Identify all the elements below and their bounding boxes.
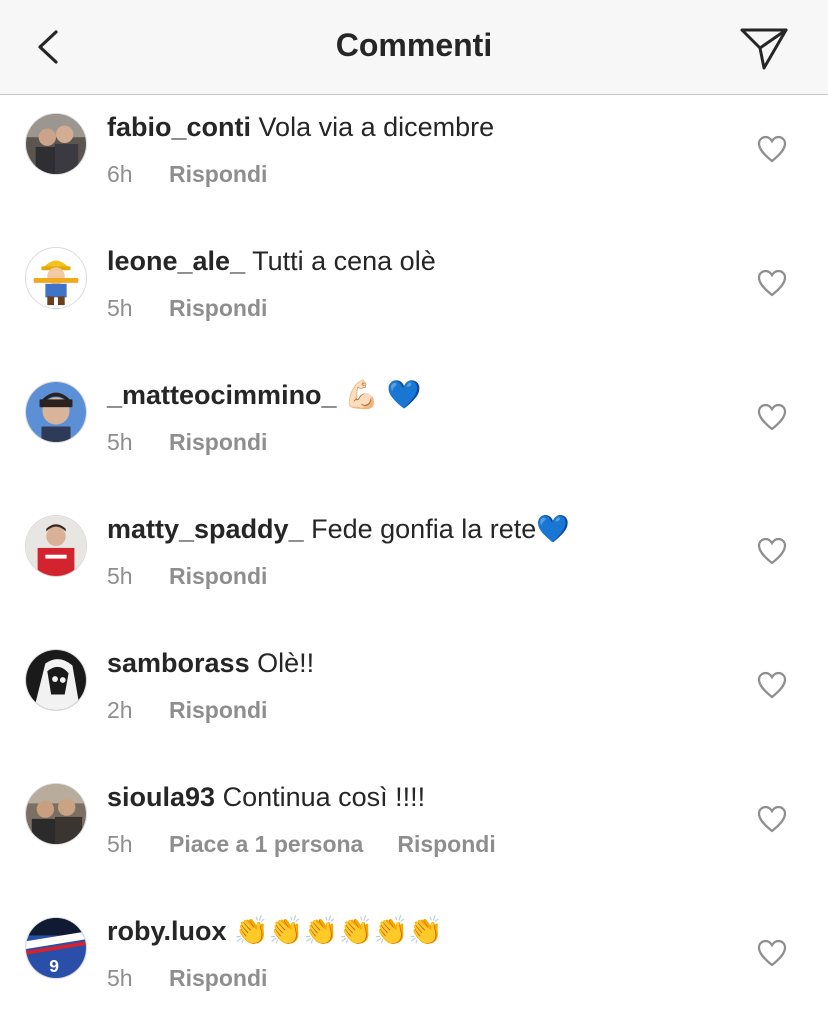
- comment-meta: 5h Piace a 1 persona Rispondi: [107, 829, 496, 859]
- comment-content: samborass Olè!!: [107, 645, 737, 681]
- comment-text: Continua così !!!!: [222, 782, 426, 812]
- heart-icon[interactable]: [757, 537, 787, 565]
- comment-time: 5h: [107, 965, 133, 991]
- comments-list: fabio_conti Vola via a dicembre 6h Rispon…: [0, 95, 828, 1033]
- reply-button[interactable]: Rispondi: [169, 697, 267, 723]
- reply-button[interactable]: Rispondi: [169, 965, 267, 991]
- comment-time: 5h: [107, 295, 133, 321]
- comment-item: matty_spaddy_ Fede gonfia la rete💙 5h Ris…: [0, 497, 828, 631]
- comment-item: fabio_conti Vola via a dicembre 6h Rispon…: [0, 95, 828, 229]
- comment-item: 9 roby.luox 👏👏👏👏👏👏 5h Rispondi: [0, 899, 828, 1033]
- comment-time: 5h: [107, 563, 133, 589]
- comment-item: samborass Olè!! 2h Rispondi: [0, 631, 828, 765]
- comment-time: 5h: [107, 831, 133, 857]
- comment-username[interactable]: sioula93: [107, 782, 215, 812]
- avatar[interactable]: [25, 247, 87, 309]
- comment-username[interactable]: samborass: [107, 648, 250, 678]
- heart-icon[interactable]: [757, 135, 787, 163]
- comment-meta: 5h Rispondi: [107, 561, 267, 591]
- comment-username[interactable]: leone_ale_: [107, 246, 245, 276]
- comment-content: _matteocimmino_ 💪🏻 💙: [107, 377, 737, 413]
- comment-meta: 6h Rispondi: [107, 159, 267, 189]
- top-bar: Commenti: [0, 0, 828, 95]
- comment-item: sioula93 Continua così !!!! 5h Piace a 1 …: [0, 765, 828, 899]
- heart-icon[interactable]: [757, 403, 787, 431]
- paper-plane-icon: [740, 28, 788, 70]
- comment-text: Vola via a dicembre: [258, 112, 495, 142]
- comment-content: matty_spaddy_ Fede gonfia la rete💙: [107, 511, 737, 547]
- avatar[interactable]: 9: [25, 917, 87, 979]
- avatar[interactable]: [25, 113, 87, 175]
- comment-text: Fede gonfia la rete💙: [311, 514, 570, 544]
- heart-icon[interactable]: [757, 805, 787, 833]
- comment-meta: 5h Rispondi: [107, 427, 267, 457]
- heart-icon[interactable]: [757, 671, 787, 699]
- comment-content: leone_ale_ Tutti a cena olè: [107, 243, 737, 279]
- comment-username[interactable]: fabio_conti: [107, 112, 251, 142]
- comment-content: fabio_conti Vola via a dicembre: [107, 109, 737, 145]
- comment-text: 💪🏻 💙: [344, 379, 422, 410]
- svg-text:9: 9: [49, 956, 59, 976]
- reply-button[interactable]: Rispondi: [169, 295, 267, 321]
- comment-username[interactable]: roby.luox: [107, 916, 227, 946]
- avatar[interactable]: [25, 649, 87, 711]
- avatar[interactable]: [25, 783, 87, 845]
- comment-username[interactable]: matty_spaddy_: [107, 514, 304, 544]
- comment-username[interactable]: _matteocimmino_: [107, 380, 337, 410]
- heart-icon[interactable]: [757, 269, 787, 297]
- heart-icon[interactable]: [757, 939, 787, 967]
- reply-button[interactable]: Rispondi: [397, 831, 495, 857]
- reply-button[interactable]: Rispondi: [169, 563, 267, 589]
- reply-button[interactable]: Rispondi: [169, 161, 267, 187]
- comment-meta: 2h Rispondi: [107, 695, 267, 725]
- likes-count-button[interactable]: Piace a 1 persona: [169, 829, 363, 859]
- page-title: Commenti: [335, 27, 493, 63]
- reply-button[interactable]: Rispondi: [169, 429, 267, 455]
- avatar[interactable]: [25, 381, 87, 443]
- comment-time: 5h: [107, 429, 133, 455]
- comment-item: leone_ale_ Tutti a cena olè 5h Rispondi: [0, 229, 828, 363]
- comment-time: 2h: [107, 697, 133, 723]
- comment-time: 6h: [107, 161, 133, 187]
- comment-text: Olè!!: [257, 648, 315, 678]
- comment-content: sioula93 Continua così !!!!: [107, 779, 737, 815]
- comment-meta: 5h Rispondi: [107, 963, 267, 993]
- avatar[interactable]: [25, 515, 87, 577]
- share-button[interactable]: [738, 24, 790, 72]
- comment-text: 👏👏👏👏👏👏: [234, 915, 444, 946]
- comment-item: _matteocimmino_ 💪🏻 💙 5h Rispondi: [0, 363, 828, 497]
- comment-text: Tutti a cena olè: [252, 246, 436, 276]
- comment-content: roby.luox 👏👏👏👏👏👏: [107, 913, 737, 949]
- comment-meta: 5h Rispondi: [107, 293, 267, 323]
